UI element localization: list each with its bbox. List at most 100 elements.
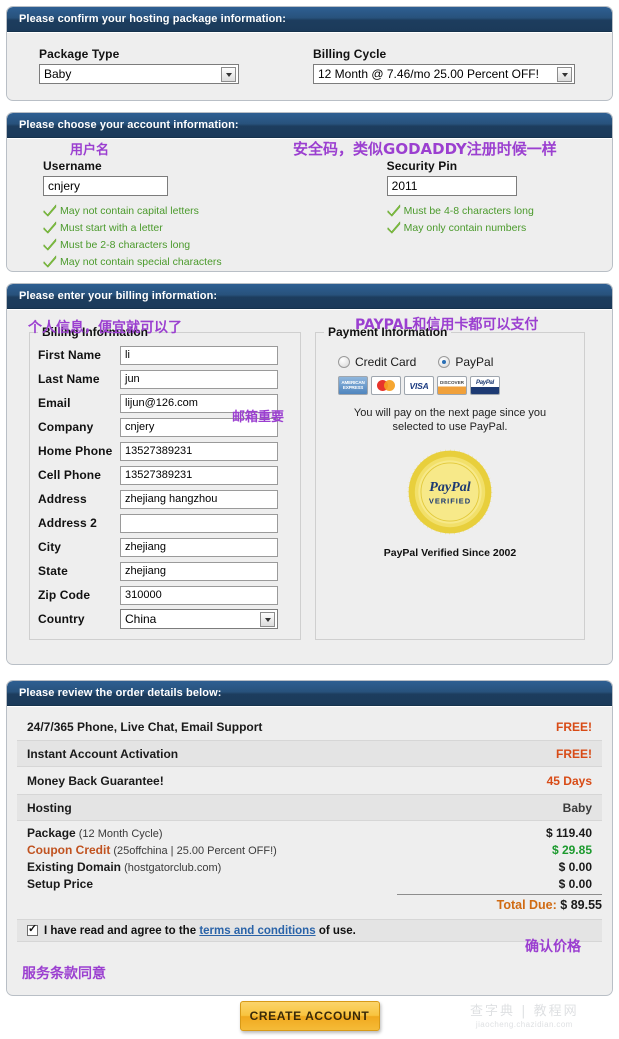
order-price-amount: $ 29.85 bbox=[551, 842, 592, 857]
total-due-row: Total Due: $ 89.55 bbox=[397, 894, 602, 912]
check-icon bbox=[386, 221, 401, 234]
order-price-label: Package (12 Month Cycle) bbox=[27, 826, 163, 840]
paypal-verified-caption: PayPal Verified Since 2002 bbox=[383, 546, 517, 559]
order-price-label: Existing Domain (hostgatorclub.com) bbox=[27, 860, 221, 874]
billing-cycle-group: Billing Cycle 12 Month @ 7.46/mo 25.00 P… bbox=[313, 47, 575, 84]
order-price-amount: $ 119.40 bbox=[545, 825, 592, 840]
order-price-name: Coupon Credit bbox=[27, 842, 111, 857]
billing-field-input[interactable]: zhejiang bbox=[120, 561, 278, 581]
payment-option-credit-card[interactable]: Credit Card bbox=[338, 355, 416, 369]
billing-cycle-select[interactable]: 12 Month @ 7.46/mo 25.00 Percent OFF! bbox=[313, 64, 575, 84]
order-price-row: Coupon Credit (25offchina | 25.00 Percen… bbox=[27, 841, 592, 858]
billing-fields-list: First Name li Last Name jun Email lijun@126.c… bbox=[38, 343, 292, 631]
radio-icon[interactable] bbox=[338, 356, 350, 368]
billing-field-row: State zhejiang bbox=[38, 559, 292, 583]
amex-card-icon: AMERICAN EXPRESS bbox=[338, 376, 368, 395]
order-panel-header: Please review the order details below: bbox=[7, 681, 612, 706]
chevron-down-icon[interactable] bbox=[221, 67, 236, 82]
check-icon bbox=[43, 255, 57, 268]
order-price-detail: (25offchina | 25.00 Percent OFF!) bbox=[110, 844, 277, 857]
billing-field-input[interactable]: zhejiang bbox=[120, 537, 278, 557]
billing-field-input[interactable] bbox=[120, 513, 278, 533]
radio-icon[interactable] bbox=[438, 356, 451, 368]
billing-field-value: 310000 bbox=[125, 589, 162, 601]
billing-field-label: Cell Phone bbox=[38, 468, 102, 482]
package-panel-body: Package Type Baby Billing Cycle 12 Month… bbox=[7, 32, 612, 99]
billing-field-input[interactable]: 13527389231 bbox=[120, 465, 278, 485]
order-panel-title: Please review the order details below: bbox=[19, 687, 222, 699]
billing-field-label: First Name bbox=[38, 348, 102, 362]
account-panel-title: Please choose your account information: bbox=[19, 119, 239, 131]
billing-field-input[interactable]: zhejiang hangzhou bbox=[120, 489, 278, 509]
package-type-select[interactable]: Baby bbox=[39, 64, 239, 84]
terms-text-post: of use. bbox=[318, 924, 356, 937]
order-feature-label: Instant Account Activation bbox=[27, 746, 179, 761]
billing-field-row: Country China bbox=[38, 607, 292, 631]
chevron-down-icon[interactable] bbox=[260, 612, 275, 627]
site-watermark: 查字典 | 教程网 jiaocheng.chazidian.com bbox=[470, 1000, 579, 1029]
security-pin-value: 2011 bbox=[391, 179, 418, 193]
billing-cycle-label: Billing Cycle bbox=[313, 47, 387, 61]
billing-field-value: 13527389231 bbox=[125, 445, 193, 457]
payment-option-label: Credit Card bbox=[355, 355, 417, 369]
annotation-username: 用户名 bbox=[70, 143, 110, 158]
validation-rule-text: May only contain numbers bbox=[403, 221, 527, 234]
order-details-panel: Please review the order details below: 2… bbox=[6, 680, 613, 996]
billing-field-input[interactable]: jun bbox=[120, 369, 278, 389]
billing-field-row: Address 2 bbox=[38, 511, 292, 535]
billing-field-value: zhejiang bbox=[125, 565, 166, 577]
svg-text:PayPal: PayPal bbox=[429, 479, 471, 495]
discover-card-icon: DISCOVER bbox=[437, 376, 467, 395]
username-group: Username cnjery May not contain capital … bbox=[43, 159, 222, 270]
order-feature-row: Hosting Baby bbox=[17, 794, 602, 821]
validation-rule-text: Must be 2-8 characters long bbox=[60, 238, 191, 251]
paypal-redirect-note: You will pay on the next page since you … bbox=[353, 407, 547, 434]
package-type-value: Baby bbox=[44, 67, 72, 81]
security-pin-input[interactable]: 2011 bbox=[386, 176, 517, 196]
package-type-group: Package Type Baby bbox=[39, 47, 239, 84]
paypal-verified-seal-wrap: PayPal VERIFIED bbox=[324, 448, 576, 536]
billing-field-label: Email bbox=[38, 396, 71, 410]
payment-option-label: PayPal bbox=[455, 355, 494, 369]
order-price-detail: (hostgatorclub.com) bbox=[121, 861, 222, 874]
order-feature-label: Money Back Guarantee! bbox=[27, 773, 164, 788]
username-input[interactable]: cnjery bbox=[43, 176, 168, 196]
terms-and-conditions-link[interactable]: terms and conditions bbox=[199, 925, 315, 937]
billing-field-label: State bbox=[38, 564, 68, 578]
create-account-button[interactable]: CREATE ACCOUNT bbox=[239, 1001, 380, 1031]
package-panel-header: Please confirm your hosting package info… bbox=[7, 7, 612, 32]
billing-field-row: Address zhejiang hangzhou bbox=[38, 487, 292, 511]
billing-field-input[interactable]: 13527389231 bbox=[120, 441, 278, 461]
account-info-panel: Please choose your account information: … bbox=[6, 112, 613, 272]
billing-field-row: First Name li bbox=[38, 343, 292, 367]
order-price-name: Setup Price bbox=[27, 876, 94, 891]
watermark-line2: jiaocheng.chazidian.com bbox=[475, 1020, 573, 1029]
billing-field-value: li bbox=[125, 349, 130, 361]
billing-field-value: 13527389231 bbox=[125, 469, 193, 481]
billing-field-label: Home Phone bbox=[38, 444, 113, 458]
order-price-label: Setup Price bbox=[27, 877, 93, 891]
billing-field-input[interactable]: li bbox=[120, 345, 278, 365]
billing-field-value: cnjery bbox=[125, 421, 155, 433]
billing-field-label: Last Name bbox=[38, 372, 100, 386]
country-select[interactable]: China bbox=[120, 609, 278, 629]
billing-field-input[interactable]: 310000 bbox=[120, 585, 278, 605]
security-pin-group: Security Pin 2011 Must be 4-8 characters… bbox=[386, 159, 534, 270]
billing-info-panel: Please enter your billing information: B… bbox=[6, 283, 613, 665]
accepted-cards-row: AMERICAN EXPRESS VISA DISCOVER PayPal bbox=[338, 376, 576, 395]
billing-field-label: Zip Code bbox=[38, 588, 91, 602]
order-price-name: Package bbox=[27, 825, 76, 840]
terms-checkbox[interactable] bbox=[27, 922, 38, 936]
validation-rule-text: Must start with a letter bbox=[60, 221, 163, 234]
billing-field-label: Country bbox=[38, 612, 85, 626]
terms-agreement-row[interactable]: I have read and agree to the terms and c… bbox=[17, 919, 602, 942]
billing-field-row: Home Phone 13527389231 bbox=[38, 439, 292, 463]
check-icon bbox=[386, 204, 401, 217]
payment-option-paypal[interactable]: PayPal bbox=[438, 355, 493, 369]
username-value: cnjery bbox=[48, 179, 81, 193]
paypal-card-icon: PayPal bbox=[470, 376, 500, 395]
package-type-label: Package Type bbox=[39, 47, 120, 61]
billing-field-label: Company bbox=[38, 420, 94, 434]
payment-information-fieldset: Payment Information Credit Card PayPal AM… bbox=[315, 325, 585, 640]
chevron-down-icon[interactable] bbox=[557, 67, 572, 82]
